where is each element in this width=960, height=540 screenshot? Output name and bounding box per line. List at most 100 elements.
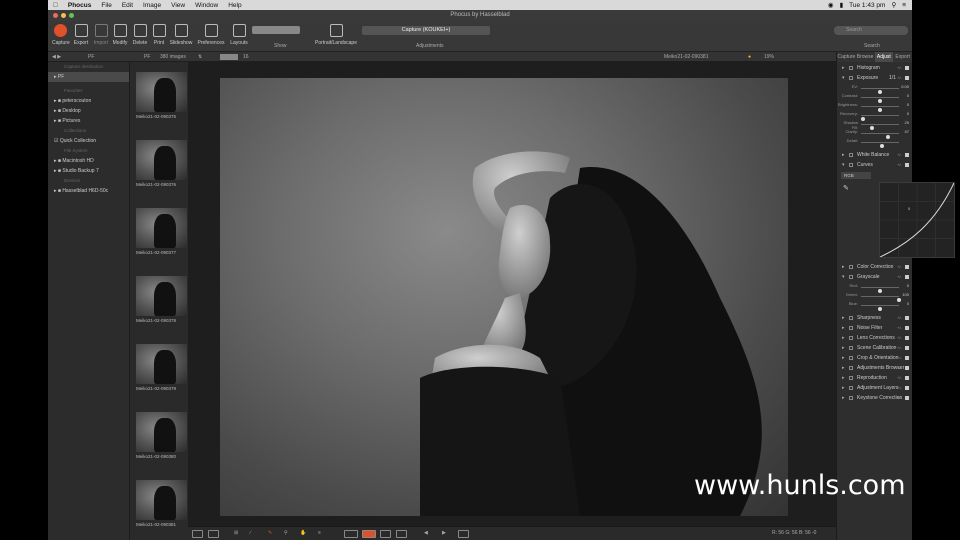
exposure-warning-button[interactable] (344, 530, 358, 538)
section-scene-calibration[interactable]: ▸ Scene Calibration +/- (837, 343, 913, 353)
current-folder[interactable]: PF (144, 52, 150, 62)
close-window-button[interactable] (53, 13, 58, 18)
slider-track[interactable] (861, 124, 899, 130)
slider-value[interactable]: 100 (902, 292, 909, 297)
modify-button[interactable]: Modify (111, 24, 129, 46)
capture-button[interactable]: Capture (52, 24, 70, 46)
section-sharpness[interactable]: ▸ Sharpness +/- (837, 313, 913, 323)
section-curves[interactable]: ▾ Curves +/- (837, 160, 913, 170)
slider-handle[interactable] (879, 144, 884, 148)
fullscreen-button[interactable] (458, 530, 469, 538)
zoom-tool-icon[interactable]: ⚲ (284, 530, 295, 538)
straighten-tool-icon[interactable]: ∕ (250, 530, 261, 538)
menu-view[interactable]: View (166, 2, 190, 9)
sidebar-item-desktop[interactable]: ▸ ■ Desktop (48, 106, 129, 116)
thumbnail[interactable]: Meiko21-02-090377 (136, 208, 187, 255)
sidebar-item-pf[interactable]: ▸ PF (48, 72, 129, 82)
hand-tool-icon[interactable]: ✋ (300, 530, 311, 538)
slider-value[interactable]: 29 (905, 120, 909, 125)
slider-track[interactable] (861, 296, 901, 302)
image-viewer[interactable] (188, 62, 836, 526)
curves-channel-select[interactable]: RGB (841, 172, 871, 179)
exposure-slider[interactable]: Brightness: 0 (837, 102, 913, 112)
nav-back-icon[interactable]: ◀ ▶ (52, 52, 61, 62)
section-crop-orientation[interactable]: ▸ Crop & Orientation +/- (837, 353, 913, 363)
zoom-level[interactable]: 19% (764, 52, 774, 62)
apple-icon[interactable]:  (48, 2, 63, 9)
notification-icon[interactable]: ≡ (902, 2, 906, 9)
slider-value[interactable]: 0 (907, 102, 909, 107)
export-button[interactable]: Export (72, 24, 90, 46)
grayscale-slider[interactable]: Red: 0 (837, 283, 913, 293)
slider-track[interactable] (861, 142, 899, 148)
slider-track[interactable] (861, 106, 899, 112)
sidebar-item-home[interactable]: ▸ ■ peterscouton (48, 96, 129, 106)
next-image-icon[interactable]: ▶ (442, 530, 453, 538)
overlay-button[interactable] (396, 530, 407, 538)
sidebar-item-camera[interactable]: ▸ ■ Hasselblad H6D-50c (48, 186, 129, 196)
portrait-landscape-button[interactable]: Portrait/Landscape (314, 24, 358, 46)
menu-image[interactable]: Image (138, 2, 166, 9)
thumbnail[interactable]: Meiko21-02-090376 (136, 140, 187, 187)
tab-export[interactable]: Export (893, 52, 912, 62)
crop-tool-icon[interactable]: ⊞ (234, 530, 245, 538)
sidebar-item-quick-collection[interactable]: ☑ Quick Collection (48, 136, 129, 146)
thumbnail-selected[interactable]: Meiko21-02-090381 (136, 480, 187, 527)
section-noise-filter[interactable]: ▸ Noise Filter +/- (837, 323, 913, 333)
sidebar-item-pictures[interactable]: ▸ ■ Pictures (48, 116, 129, 126)
slider-value[interactable]: 0 (907, 93, 909, 98)
slider-track[interactable] (861, 97, 899, 103)
menu-edit[interactable]: Edit (117, 2, 138, 9)
battery-icon[interactable]: ▮ (840, 1, 844, 9)
exposure-slider[interactable]: Recovery: 0 (837, 111, 913, 121)
slider-track[interactable] (861, 305, 899, 311)
slider-value[interactable]: 47 (905, 129, 909, 134)
section-color-correction[interactable]: ▸ Color Correction +/- (837, 262, 913, 272)
show-segmented-control[interactable] (252, 26, 300, 34)
exposure-slider[interactable]: Clarity: 47 (837, 129, 913, 139)
slider-value[interactable]: 0.00 (901, 84, 909, 89)
thumbnail[interactable]: Meiko21-02-090380 (136, 412, 187, 459)
minimize-window-button[interactable] (61, 13, 66, 18)
exposure-slider[interactable]: Contrast: 0 (837, 93, 913, 103)
delete-button[interactable]: Delete (132, 24, 148, 46)
layouts-button[interactable]: Layouts (228, 24, 250, 46)
tab-capture[interactable]: Capture (837, 52, 856, 62)
previous-image-icon[interactable]: ◀ (424, 530, 435, 538)
section-adjustment-layers[interactable]: ▸ Adjustment Layers +/- (837, 383, 913, 393)
section-lens-corrections[interactable]: ▸ Lens Corrections +/- (837, 333, 913, 343)
slider-track[interactable] (861, 287, 899, 293)
thumbnail[interactable]: Meiko21-02-090375 (136, 72, 187, 119)
thumbnail[interactable]: Meiko21-02-090378 (136, 276, 187, 323)
slider-track[interactable] (860, 115, 899, 121)
eyedropper-icon[interactable]: ✎ (843, 184, 849, 192)
grid-button[interactable] (380, 530, 391, 538)
sort-icon[interactable]: ⇅ (198, 52, 202, 62)
menu-file[interactable]: File (96, 2, 116, 9)
main-photo[interactable] (220, 78, 788, 516)
menu-phocus[interactable]: Phocus (63, 2, 96, 9)
import-button[interactable]: Import (92, 24, 110, 46)
tab-adjust[interactable]: Adjust (874, 52, 894, 62)
single-view-button[interactable] (208, 530, 219, 538)
wifi-icon[interactable]: ◉ (828, 1, 834, 9)
slideshow-button[interactable]: Slideshow (168, 24, 194, 46)
section-white-balance[interactable]: ▸ White Balance +/- (837, 150, 913, 160)
section-adjustments-browser[interactable]: ▸ Adjustments Browser +/- (837, 363, 913, 373)
slider-track[interactable] (861, 88, 899, 94)
section-exposure[interactable]: ▾ Exposure 1/1 +/- (837, 73, 913, 83)
slider-track[interactable] (861, 133, 899, 139)
zoom-window-button[interactable] (69, 13, 74, 18)
section-reproduction[interactable]: ▸ Reproduction +/- (837, 373, 913, 383)
section-histogram[interactable]: ▸ Histogram +/- (837, 63, 913, 73)
slider-value[interactable]: 0 (907, 301, 909, 306)
search-input[interactable]: Search (834, 26, 908, 35)
slider-value[interactable]: 0 (907, 111, 909, 116)
exposure-slider[interactable]: EV: 0.00 (837, 84, 913, 94)
slider-handle[interactable] (878, 307, 882, 311)
grayscale-slider[interactable]: Green: 100 (837, 292, 913, 302)
menu-tool-icon[interactable]: ≡ (318, 530, 329, 538)
preferences-button[interactable]: Preferences (196, 24, 226, 46)
section-grayscale[interactable]: ▾ Grayscale +/- (837, 272, 913, 282)
slider-value[interactable]: 0 (907, 283, 909, 288)
